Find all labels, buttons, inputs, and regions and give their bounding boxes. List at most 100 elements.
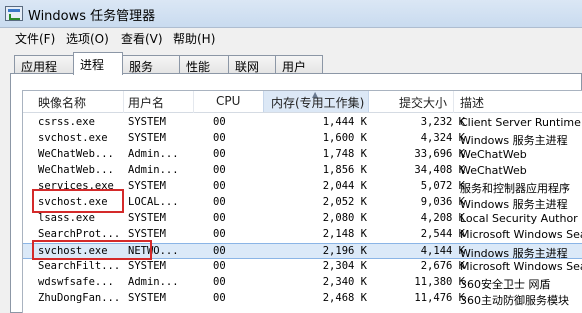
menu-view[interactable]: 查看(V): [121, 30, 163, 47]
process-image-name: services.exe: [38, 180, 114, 192]
tab-strip: 应用程序 进程 服务 性能 联网 用户: [0, 52, 582, 91]
process-row[interactable]: WeChatWeb... Admin... 00 1,748 K 33,696 …: [23, 147, 582, 163]
process-cpu: 00: [213, 148, 226, 160]
column-memory[interactable]: 内存(专用工作集): [271, 94, 364, 111]
process-cpu: 00: [213, 116, 226, 128]
process-commit-size: 4,144 K: [420, 245, 465, 257]
process-memory: 2,148 K: [322, 228, 367, 240]
process-image-name: csrss.exe: [38, 116, 95, 128]
tab-users[interactable]: 用户: [275, 55, 323, 75]
process-cpu: 00: [213, 245, 226, 257]
process-memory: 1,748 K: [322, 148, 367, 160]
process-row[interactable]: svchost.exe LOCAL... 00 2,052 K 9,036 K …: [23, 195, 582, 211]
process-description: WeChatWeb: [460, 148, 527, 161]
process-cpu: 00: [213, 164, 226, 176]
process-row[interactable]: ZhuDongFan... SYSTEM 00 2,468 K 11,476 K…: [23, 291, 582, 307]
process-user-name: SYSTEM: [128, 212, 166, 224]
process-memory: 1,444 K: [322, 116, 367, 128]
process-user-name: Admin...: [128, 276, 178, 288]
process-cpu: 00: [213, 228, 226, 240]
process-user-name: SYSTEM: [128, 180, 166, 192]
process-memory: 1,600 K: [322, 132, 367, 144]
process-description: WeChatWeb: [460, 164, 527, 177]
process-commit-size: 33,696 K: [414, 148, 465, 160]
process-description: 360主动防御服务模块: [460, 294, 569, 307]
process-commit-size: 11,380 K: [414, 276, 465, 288]
process-commit-size: 9,036 K: [420, 196, 465, 208]
column-description[interactable]: 描述: [460, 94, 484, 111]
process-row[interactable]: csrss.exe SYSTEM 00 1,444 K 3,232 K Clie…: [23, 115, 582, 131]
process-memory: 2,052 K: [322, 196, 367, 208]
process-image-name: ZhuDongFan...: [38, 292, 121, 304]
process-commit-size: 2,676 K: [420, 260, 465, 272]
process-row[interactable]: SearchFilt... SYSTEM 00 2,304 K 2,676 K …: [23, 259, 582, 275]
process-cpu: 00: [213, 292, 226, 304]
column-commit-size[interactable]: 提交大小: [399, 94, 447, 111]
process-commit-size: 5,072 K: [420, 180, 465, 192]
process-user-name: SYSTEM: [128, 260, 166, 272]
window-title: Windows 任务管理器: [28, 9, 156, 24]
process-image-name: svchost.exe: [38, 132, 108, 144]
process-memory: 2,304 K: [322, 260, 367, 272]
process-commit-size: 11,476 K: [414, 292, 465, 304]
process-row-selected[interactable]: svchost.exe NETWO... 00 2,196 K 4,144 K …: [23, 243, 582, 260]
process-description: Microsoft Windows Sea: [460, 260, 582, 273]
process-user-name: SYSTEM: [128, 116, 166, 128]
process-memory: 2,196 K: [322, 245, 367, 257]
process-row[interactable]: wdswfsafe... Admin... 00 2,340 K 11,380 …: [23, 275, 582, 291]
process-user-name: Admin...: [128, 164, 178, 176]
process-image-name: SearchProt...: [38, 228, 121, 240]
column-divider[interactable]: [193, 91, 194, 113]
process-description: Client Server Runtime: [460, 116, 581, 129]
column-divider[interactable]: [123, 91, 124, 113]
tab-applications[interactable]: 应用程序: [14, 55, 74, 91]
process-memory: 2,340 K: [322, 276, 367, 288]
process-image-name: WeChatWeb...: [38, 164, 114, 176]
process-description: Windows 服务主进程: [460, 134, 568, 147]
process-user-name: SYSTEM: [128, 228, 166, 240]
process-list[interactable]: ▲ 映像名称 用户名 CPU 内存(专用工作集) 提交大小 描述 csrss.e…: [22, 90, 582, 313]
process-cpu: 00: [213, 132, 226, 144]
process-row[interactable]: svchost.exe SYSTEM 00 1,600 K 4,324 K Wi…: [23, 131, 582, 147]
process-image-name: WeChatWeb...: [38, 148, 114, 160]
process-commit-size: 4,324 K: [420, 132, 465, 144]
process-cpu: 00: [213, 196, 226, 208]
process-memory: 2,468 K: [322, 292, 367, 304]
column-user-name[interactable]: 用户名: [128, 94, 164, 111]
column-header-bar: ▲ 映像名称 用户名 CPU 内存(专用工作集) 提交大小 描述: [23, 91, 582, 113]
process-cpu: 00: [213, 276, 226, 288]
process-description: Microsoft Windows Sea: [460, 228, 582, 241]
tab-processes[interactable]: 进程: [73, 52, 123, 75]
process-row[interactable]: SearchProt... SYSTEM 00 2,148 K 2,544 K …: [23, 227, 582, 243]
process-row[interactable]: WeChatWeb... Admin... 00 1,856 K 34,408 …: [23, 163, 582, 179]
tab-performance[interactable]: 性能: [179, 55, 229, 75]
menu-help[interactable]: 帮助(H): [173, 30, 215, 47]
task-manager-icon: [5, 6, 23, 21]
process-commit-size: 2,544 K: [420, 228, 465, 240]
process-user-name: NETWO...: [128, 245, 178, 257]
process-image-name: svchost.exe: [38, 196, 108, 208]
process-user-name: Admin...: [128, 148, 178, 160]
process-user-name: SYSTEM: [128, 132, 166, 144]
process-cpu: 00: [213, 260, 226, 272]
column-image-name[interactable]: 映像名称: [38, 94, 86, 111]
process-row[interactable]: services.exe SYSTEM 00 2,044 K 5,072 K 服…: [23, 179, 582, 195]
process-commit-size: 4,208 K: [420, 212, 465, 224]
process-image-name: wdswfsafe...: [38, 276, 114, 288]
process-description: Local Security Author: [460, 212, 578, 225]
process-image-name: svchost.exe: [38, 245, 108, 257]
process-description: 服务和控制器应用程序: [460, 182, 570, 195]
process-user-name: LOCAL...: [128, 196, 178, 208]
process-row[interactable]: lsass.exe SYSTEM 00 2,080 K 4,208 K Loca…: [23, 211, 582, 227]
menu-file[interactable]: 文件(F): [15, 30, 55, 47]
menu-options[interactable]: 选项(O): [66, 30, 109, 47]
menu-bar: 文件(F) 选项(O) 查看(V) 帮助(H): [0, 28, 582, 48]
process-user-name: SYSTEM: [128, 292, 166, 304]
tab-networking[interactable]: 联网: [228, 55, 276, 75]
process-memory: 1,856 K: [322, 164, 367, 176]
process-description: Windows 服务主进程: [460, 198, 568, 211]
column-cpu[interactable]: CPU: [216, 94, 240, 108]
column-divider[interactable]: [453, 91, 454, 113]
tab-services[interactable]: 服务: [122, 55, 180, 75]
title-bar: Windows 任务管理器: [0, 0, 582, 28]
